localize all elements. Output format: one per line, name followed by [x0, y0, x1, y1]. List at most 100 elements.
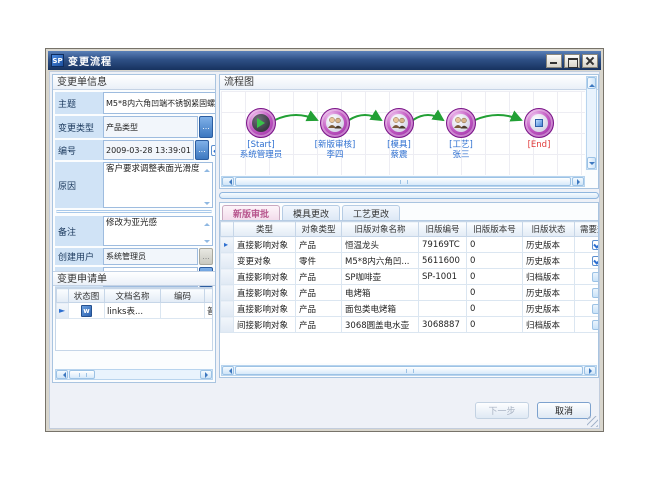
- titlebar[interactable]: SP 变更流程: [48, 51, 601, 70]
- column-header-6[interactable]: 旧版状态: [523, 222, 575, 237]
- number-checkbox[interactable]: [211, 145, 216, 156]
- scroll-down-icon[interactable]: [203, 198, 211, 206]
- tab-bar: 新版审批模具更改工艺更改: [220, 203, 598, 220]
- flow-node-task-2[interactable]: [模具]蔡震: [364, 108, 434, 160]
- scroll-right-icon[interactable]: [584, 366, 596, 375]
- table-cell: SP-1001: [419, 269, 467, 285]
- flow-vscrollbar[interactable]: [586, 76, 597, 170]
- mini-col-docname[interactable]: 文档名称: [105, 289, 161, 303]
- tab-2[interactable]: 模具更改: [282, 205, 340, 220]
- cancel-button[interactable]: 取消: [537, 402, 591, 419]
- change-type-input[interactable]: 产品类型: [103, 116, 198, 138]
- scroll-right-icon[interactable]: [572, 177, 584, 186]
- table-cell: 产品: [296, 285, 342, 301]
- table-cell: 产品: [296, 237, 342, 253]
- mini-table-hscrollbar[interactable]: [55, 369, 213, 380]
- change-type-picker-button[interactable]: ...: [199, 116, 213, 138]
- change-process-window: SP 变更流程 变更单信息 主题 M5*8内六角凹端不锈钢紧固螺钉: [45, 48, 604, 432]
- flow-node-start[interactable]: [Start]系统管理员: [226, 108, 296, 160]
- upgrade-checkbox-checked[interactable]: [592, 240, 598, 250]
- request-code: [161, 303, 205, 319]
- selected-row-icon: ▸: [224, 240, 228, 249]
- row-indicator: [221, 301, 234, 317]
- scroll-down-icon[interactable]: [587, 157, 596, 169]
- number-picker-button[interactable]: ...: [195, 140, 209, 160]
- mini-col-status[interactable]: 状态图: [69, 289, 105, 303]
- number-input[interactable]: 2009-03-28 13:39:01: [103, 140, 194, 160]
- scroll-right-icon[interactable]: [200, 370, 212, 379]
- subject-input[interactable]: M5*8内六角凹端不锈钢紧固螺钉: [103, 92, 216, 114]
- create-user-label: 创建用户: [55, 248, 103, 265]
- column-header-2[interactable]: 对象类型: [296, 222, 342, 237]
- mini-col-code[interactable]: 编码: [161, 289, 205, 303]
- scroll-down-icon[interactable]: [203, 236, 211, 244]
- resize-grip-icon[interactable]: [587, 416, 598, 427]
- row-indicator: [221, 269, 234, 285]
- table-cell: [575, 269, 599, 285]
- scroll-left-icon[interactable]: [56, 370, 68, 379]
- flow-node-task-3[interactable]: [工艺]张三: [426, 108, 496, 160]
- table-cell: 0: [467, 253, 523, 269]
- table-cell: 0: [467, 285, 523, 301]
- horizontal-splitter[interactable]: [219, 192, 599, 199]
- node-label: [Start]系统管理员: [226, 140, 296, 160]
- scroll-up-icon[interactable]: [203, 218, 211, 226]
- close-icon[interactable]: [582, 54, 598, 68]
- scroll-thumb[interactable]: [235, 366, 583, 375]
- scroll-left-icon[interactable]: [222, 366, 234, 375]
- table-row[interactable]: 直接影响对象产品面包类电烤箱0历史版本: [221, 301, 599, 317]
- table-cell: [575, 253, 599, 269]
- tab-1[interactable]: 新版审批: [222, 205, 280, 220]
- table-row[interactable]: 直接影响对象产品电烤箱0历史版本: [221, 285, 599, 301]
- column-header-3[interactable]: 旧版对象名称: [342, 222, 419, 237]
- tab-3[interactable]: 工艺更改: [342, 205, 400, 220]
- number-label: 编号: [55, 140, 103, 160]
- scroll-thumb[interactable]: [69, 370, 95, 379]
- create-user-picker-button[interactable]: ...: [199, 248, 213, 265]
- column-header-5[interactable]: 旧版版本号: [467, 222, 523, 237]
- upgrade-checkbox-unchecked[interactable]: [592, 272, 598, 282]
- table-cell: 产品: [296, 317, 342, 333]
- table-cell: 5611600: [419, 253, 467, 269]
- next-button[interactable]: 下一步: [475, 402, 529, 419]
- table-cell: 零件: [296, 253, 342, 269]
- maximize-icon[interactable]: [564, 54, 580, 68]
- table-row[interactable]: 直接影响对象产品SP咖啡壶SP-10010归档版本SP咖: [221, 269, 599, 285]
- scroll-up-icon[interactable]: [587, 77, 596, 89]
- table-cell: 0: [467, 317, 523, 333]
- flow-node-task-1[interactable]: [新版审核]李四: [300, 108, 370, 160]
- upgrade-checkbox-checked[interactable]: [592, 256, 598, 266]
- table-cell: M5*8内六角凹...: [342, 253, 419, 269]
- mini-col-extra[interactable]: [205, 289, 214, 303]
- scroll-left-icon[interactable]: [222, 177, 234, 186]
- scroll-thumb[interactable]: [235, 177, 571, 186]
- create-user-input[interactable]: 系统管理员: [103, 248, 198, 265]
- column-header-7[interactable]: 需要升版: [575, 222, 599, 237]
- reason-textarea[interactable]: 客户要求调整表面光滑度: [103, 162, 213, 208]
- flow-node-end[interactable]: [End]: [504, 108, 574, 150]
- indicator-column-header: [221, 222, 234, 237]
- upgrade-checkbox-unchecked[interactable]: [592, 320, 598, 330]
- table-cell: [419, 301, 467, 317]
- flow-diagram-canvas[interactable]: [Start]系统管理员[新版审核]李四[模具]蔡震[工艺]张三[End]: [221, 91, 585, 175]
- upgrade-checkbox-unchecked[interactable]: [592, 288, 598, 298]
- table-cell: 历史版本: [523, 301, 575, 317]
- people-icon: [327, 116, 343, 130]
- remark-textarea[interactable]: 修改为亚光感: [103, 216, 213, 246]
- table-cell: 恒温龙头: [342, 237, 419, 253]
- table-cell: 间接影响对象: [234, 317, 296, 333]
- impact-table: 类型对象类型旧版对象名称旧版编号旧版版本号旧版状态需要升版新版▸直接影响对象产品…: [220, 221, 598, 333]
- app-icon: SP: [51, 54, 64, 67]
- table-row[interactable]: 间接影响对象产品3068圆盖电水壶30688870归档版本: [221, 317, 599, 333]
- request-row[interactable]: ► w links表... 普通: [57, 303, 214, 319]
- scroll-up-icon[interactable]: [203, 164, 211, 172]
- flow-hscrollbar[interactable]: [221, 176, 585, 187]
- minimize-icon[interactable]: [546, 54, 562, 68]
- impact-table-hscrollbar[interactable]: [221, 365, 597, 376]
- upgrade-checkbox-unchecked[interactable]: [592, 304, 598, 314]
- table-row[interactable]: 变更对象零件M5*8内六角凹...56116000历史版本M5*8: [221, 253, 599, 269]
- table-row[interactable]: ▸直接影响对象产品恒温龙头79169TC0历史版本: [221, 237, 599, 253]
- column-header-4[interactable]: 旧版编号: [419, 222, 467, 237]
- table-cell: 直接影响对象: [234, 301, 296, 317]
- column-header-1[interactable]: 类型: [234, 222, 296, 237]
